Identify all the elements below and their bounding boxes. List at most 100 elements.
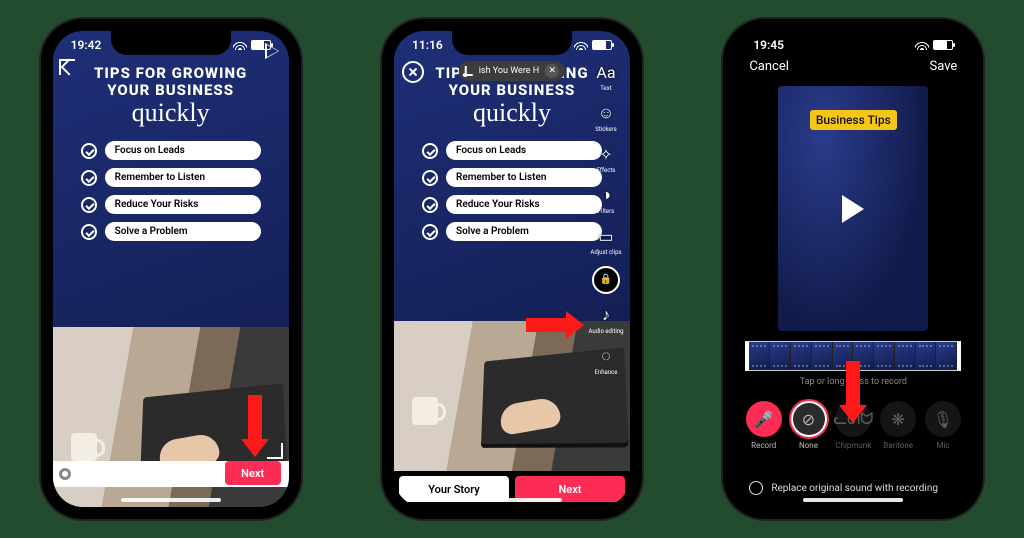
clock: 19:45 (753, 38, 784, 52)
voice-none[interactable]: ⊘None (786, 401, 831, 450)
play-icon[interactable] (842, 195, 864, 223)
adjust-clips-icon: ▭ (595, 225, 617, 247)
tool-effects[interactable]: ✧ Effects (595, 143, 617, 174)
tool-label: Filters (598, 208, 615, 215)
save-button[interactable]: Save (930, 59, 958, 74)
home-indicator[interactable] (462, 498, 562, 502)
clock: 11:16 (412, 38, 443, 52)
tip-row: Reduce Your Risks (422, 195, 602, 214)
phone-2: 11:16 TIPS FOR GROWING YOUR BUSINESS qui… (382, 19, 642, 519)
tip-row: Focus on Leads (422, 141, 602, 160)
notch (111, 31, 231, 55)
check-icon (81, 170, 97, 186)
video-preview[interactable]: Business Tips (778, 86, 928, 331)
annotation-arrow (526, 311, 584, 339)
tip-row: Reduce Your Risks (81, 195, 261, 214)
tool-text[interactable]: Aa Text (595, 61, 617, 92)
crop-handle-br[interactable] (267, 443, 283, 459)
voice-label: Record (751, 441, 776, 450)
tool-label: Audio editing (588, 328, 623, 335)
tool-filters[interactable]: ◑ Filters (595, 184, 617, 215)
tool-stickers[interactable]: ☺ Stickers (595, 102, 617, 133)
voice-label: Mic (936, 441, 949, 450)
top-bar: Cancel Save (735, 59, 971, 74)
voice-label: None (799, 441, 818, 450)
mic-effect-icon: 🎙 (925, 401, 961, 437)
sound-chip[interactable]: ish You Were H ✕ (459, 61, 565, 81)
phone-1: 19:42 TIPS FOR GROWING YOUR BUSINESS qui… (41, 19, 301, 519)
headline-script: quickly (414, 98, 610, 128)
tool-label: Adjust clips (590, 249, 621, 256)
filters-icon: ◑ (595, 184, 617, 206)
tip-label: Reduce Your Risks (105, 195, 261, 214)
home-indicator[interactable] (121, 498, 221, 502)
tip-label: Remember to Listen (105, 168, 261, 187)
music-note-icon (465, 66, 473, 76)
sound-title: ish You Were H (479, 66, 539, 76)
voice-mic[interactable]: 🎙 Mic (921, 401, 966, 450)
tool-label: Effects (597, 167, 616, 174)
tool-label: Text (600, 85, 611, 92)
battery-icon (592, 40, 612, 50)
cancel-button[interactable]: Cancel (749, 59, 789, 74)
annotation-arrow (241, 395, 269, 457)
mic-icon: 🎤 (746, 401, 782, 437)
tip-label: Solve a Problem (446, 222, 602, 241)
check-icon (81, 224, 97, 240)
privacy-settings-button[interactable] (592, 266, 620, 294)
discard-button[interactable] (402, 61, 424, 83)
replace-sound-toggle[interactable]: Replace original sound with recording (749, 481, 957, 495)
headline-line-1: TIPS FOR GROWING (94, 64, 247, 82)
tip-row: Focus on Leads (81, 141, 261, 160)
tip-label: Focus on Leads (105, 141, 261, 160)
wifi-icon (233, 40, 247, 50)
clock: 19:42 (71, 38, 102, 52)
mug-graphic (71, 433, 97, 461)
tool-enhance[interactable]: ◌ Enhance (595, 345, 618, 376)
effects-icon: ✧ (595, 143, 617, 165)
tool-adjust-clips[interactable]: ▭ Adjust clips (590, 225, 621, 256)
next-button[interactable]: Next (225, 461, 281, 485)
voice-record[interactable]: 🎤 Record (741, 401, 786, 450)
tip-row: Solve a Problem (81, 222, 261, 241)
check-icon (81, 143, 97, 159)
tool-label: Stickers (595, 126, 616, 133)
headline-line-2: YOUR BUSINESS (107, 81, 234, 99)
tool-audio-editing[interactable]: ♪ Audio editing (588, 304, 623, 335)
tip-label: Reduce Your Risks (446, 195, 602, 214)
check-icon (422, 143, 438, 159)
text-icon: Aa (595, 61, 617, 83)
voice-label: Baritone (883, 441, 913, 450)
voice-baritone[interactable]: ❋ Baritone (876, 401, 921, 450)
text-overlay[interactable]: Business Tips (810, 110, 897, 130)
notch (793, 31, 913, 55)
headline-line-2: YOUR BUSINESS (449, 81, 576, 99)
stickers-icon: ☺ (595, 102, 617, 124)
tip-row: Solve a Problem (422, 222, 602, 241)
your-story-label: Your Story (428, 483, 480, 496)
mug-graphic (412, 397, 438, 425)
battery-icon (251, 40, 271, 50)
wifi-icon (915, 40, 929, 50)
tip-row: Remember to Listen (81, 168, 261, 187)
battery-icon (933, 40, 953, 50)
enhance-icon: ◌ (595, 345, 617, 367)
remove-sound-button[interactable]: ✕ (545, 64, 559, 78)
voice-label: Chipmunk (835, 441, 871, 450)
wifi-icon (574, 40, 588, 50)
next-label: Next (241, 467, 264, 480)
phone-3: 19:45 Cancel Save Business Tips Tap or l… (723, 19, 983, 519)
tips-list: Focus on Leads Remember to Listen Reduce… (53, 127, 289, 241)
tip-row: Remember to Listen (422, 168, 602, 187)
check-icon (422, 224, 438, 240)
annotation-arrow (839, 361, 867, 423)
tool-label: Enhance (595, 369, 618, 376)
playhead[interactable] (59, 468, 71, 480)
radio-icon (749, 481, 763, 495)
audio-editing-icon: ♪ (595, 304, 617, 326)
baritone-icon: ❋ (880, 401, 916, 437)
check-icon (81, 197, 97, 213)
home-indicator[interactable] (803, 498, 903, 502)
check-icon (422, 197, 438, 213)
next-label: Next (559, 483, 582, 496)
